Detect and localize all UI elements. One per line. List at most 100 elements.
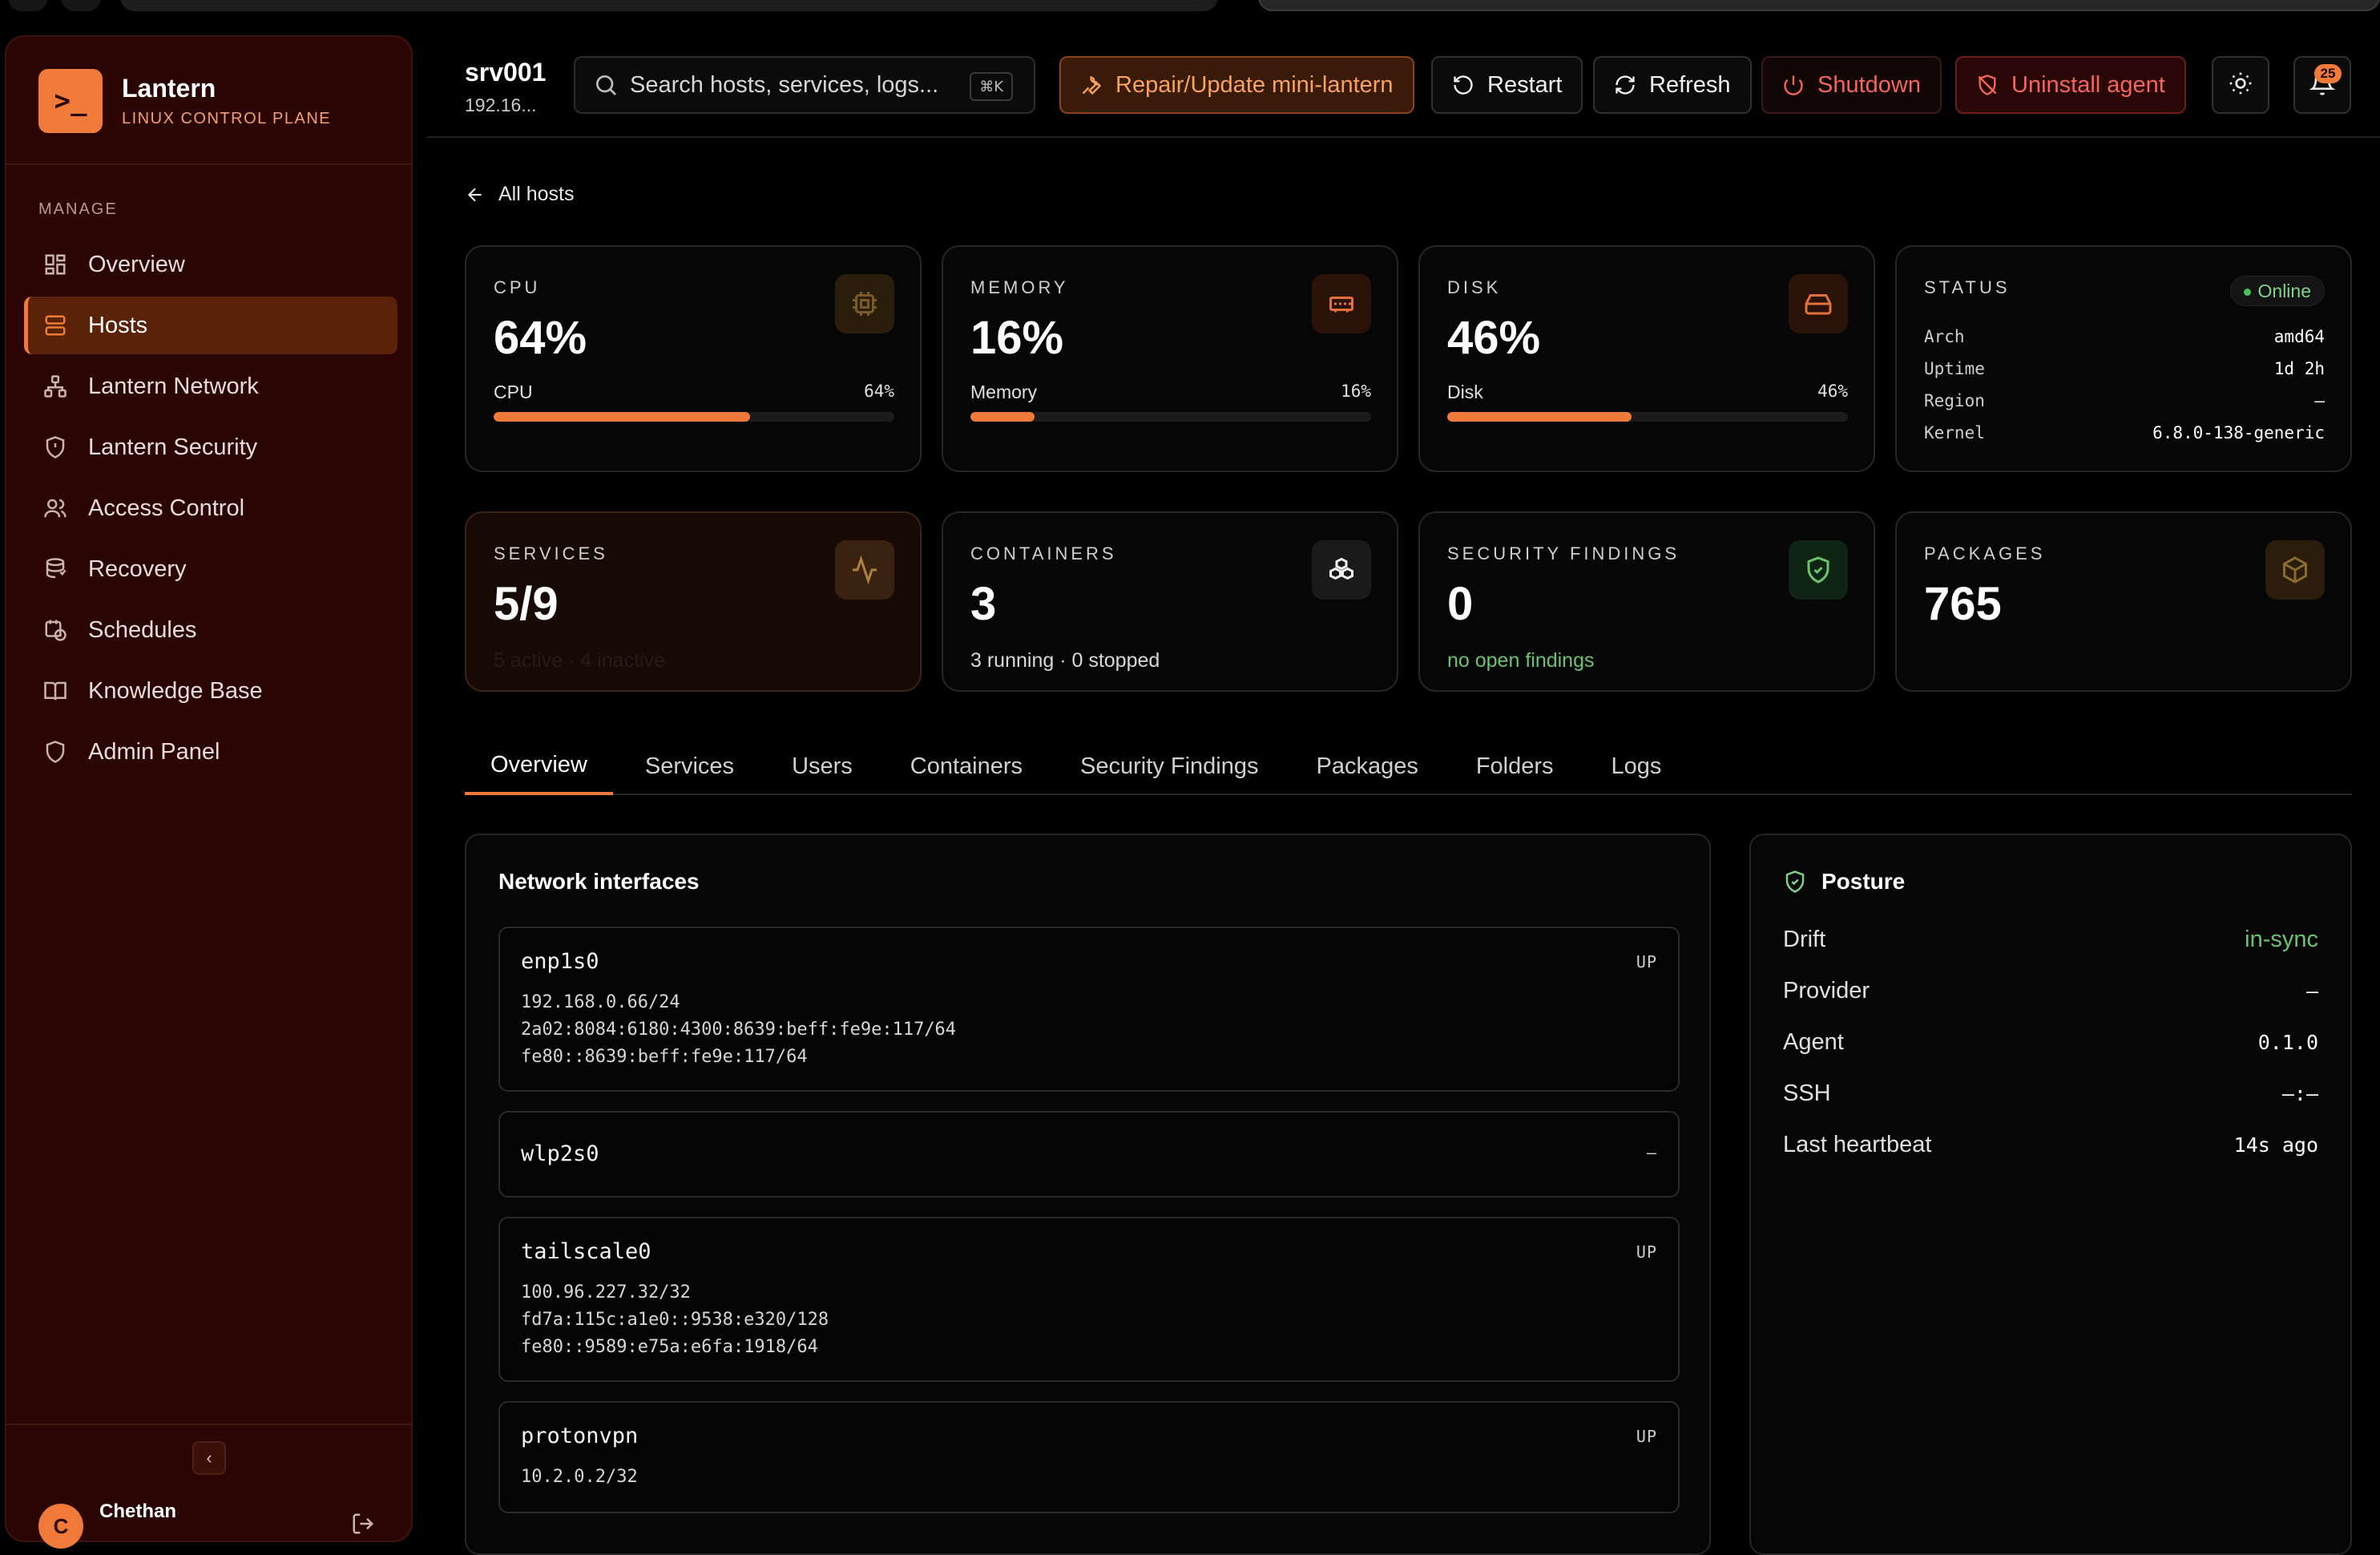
sidebar-nav: Overview Hosts Lantern Network Lantern S… (24, 236, 397, 784)
shutdown-label: Shutdown (1817, 71, 1921, 98)
bar-label: Disk (1447, 382, 1483, 402)
stat-value: 64% (494, 312, 587, 364)
security-findings-card[interactable]: SECURITY FINDINGS 0 no open findings (1418, 511, 1875, 692)
activity-icon (835, 540, 894, 600)
header: srv001 192.16... ⌘K Repair/Update mini-l… (426, 35, 2380, 138)
interface-enp1s0[interactable]: enp1s0 UP 192.168.0.66/24 2a02:8084:6180… (498, 927, 1680, 1092)
arrow-left-icon (465, 184, 486, 205)
containers-card[interactable]: CONTAINERS 3 3 running · 0 stopped (942, 511, 1398, 692)
database-icon (42, 555, 69, 583)
host-ip: 192.16... (465, 95, 537, 115)
logout-icon[interactable] (351, 1512, 375, 1536)
tab-folders[interactable]: Folders (1450, 737, 1579, 795)
posture-row-drift: Drift in-sync (1783, 927, 2318, 952)
browser-button[interactable] (8, 0, 48, 11)
interface-state: UP (1636, 1242, 1657, 1262)
notifications-button[interactable]: 25 (2293, 56, 2351, 114)
hard-drive-icon (1789, 274, 1848, 333)
divider (6, 1424, 411, 1425)
bar-percent: 46% (1817, 382, 1848, 401)
sidebar-item-label: Hosts (88, 312, 148, 338)
interface-address: fe80::8639:beff:fe9e:117/64 (521, 1047, 808, 1067)
sidebar-item-label: Access Control (88, 495, 245, 521)
stat-value: 0 (1447, 578, 1474, 630)
refresh-label: Refresh (1649, 71, 1731, 98)
browser-tab-strip[interactable] (1258, 0, 2380, 11)
interface-address: 2a02:8084:6180:4300:8639:beff:fe9e:117/6… (521, 1020, 957, 1040)
status-badge: Online (2229, 276, 2325, 306)
dashboard-icon (42, 251, 69, 278)
sidebar-item-label: Recovery (88, 555, 187, 582)
calendar-clock-icon (42, 616, 69, 644)
restart-button[interactable]: Restart (1431, 56, 1583, 114)
brand[interactable]: >_ Lantern LINUX CONTROL PLANE (38, 67, 331, 135)
restart-label: Restart (1487, 71, 1563, 98)
search-box[interactable]: ⌘K (574, 56, 1035, 114)
repair-update-button[interactable]: Repair/Update mini-lantern (1059, 56, 1414, 114)
interface-name: enp1s0 (521, 949, 599, 974)
brand-name: Lantern (122, 74, 216, 103)
interface-address: fd7a:115c:a1e0::9538:e320/128 (521, 1310, 829, 1330)
collapse-sidebar-button[interactable]: ‹ (192, 1441, 226, 1475)
tab-security-findings[interactable]: Security Findings (1055, 737, 1284, 795)
shutdown-button[interactable]: Shutdown (1761, 56, 1942, 114)
shield-icon (42, 434, 69, 461)
services-card[interactable]: SERVICES 5/9 5 active · 4 inactive (465, 511, 922, 692)
sidebar-item-lantern-security[interactable]: Lantern Security (24, 418, 397, 476)
disk-progress-bar (1447, 412, 1848, 422)
sidebar-item-lantern-network[interactable]: Lantern Network (24, 357, 397, 415)
interface-address: 100.96.227.32/32 (521, 1282, 691, 1303)
tab-containers[interactable]: Containers (885, 737, 1048, 795)
sidebar-item-admin-panel[interactable]: Admin Panel (24, 723, 397, 781)
stat-label: MEMORY (970, 277, 1069, 297)
tab-packages[interactable]: Packages (1290, 737, 1443, 795)
avatar[interactable]: C (38, 1504, 83, 1549)
sidebar-item-label: Lantern Network (88, 373, 259, 399)
power-icon (1782, 73, 1806, 97)
theme-toggle-button[interactable] (2212, 56, 2269, 114)
repair-update-label: Repair/Update mini-lantern (1115, 71, 1394, 98)
status-row-kernel: Kernel 6.8.0-138-generic (1924, 423, 2325, 442)
boxes-icon (1312, 540, 1371, 600)
host-name: srv001 (465, 58, 547, 87)
book-icon (42, 677, 69, 705)
rotate-ccw-icon (1452, 73, 1476, 97)
memory-icon (1312, 274, 1371, 333)
packages-card[interactable]: PACKAGES 765 (1895, 511, 2352, 692)
tab-overview[interactable]: Overview (465, 737, 613, 795)
search-input[interactable] (630, 71, 966, 99)
tab-services[interactable]: Services (619, 737, 760, 795)
bar-percent: 16% (1341, 382, 1371, 401)
all-hosts-link[interactable]: All hosts (465, 183, 574, 206)
sidebar-item-access-control[interactable]: Access Control (24, 479, 397, 537)
refresh-button[interactable]: Refresh (1593, 56, 1752, 114)
bar-label: Memory (970, 382, 1038, 402)
status-row-region: Region — (1924, 391, 2325, 410)
shield-icon (42, 738, 69, 765)
stat-label: CONTAINERS (970, 543, 1117, 563)
sidebar-item-knowledge-base[interactable]: Knowledge Base (24, 662, 397, 720)
browser-button[interactable] (61, 0, 101, 11)
sidebar-item-schedules[interactable]: Schedules (24, 601, 397, 659)
stat-value: 16% (970, 312, 1064, 364)
user-name: Chethan (99, 1500, 176, 1522)
browser-strip (0, 0, 2380, 13)
posture-row-ssh: SSH —:— (1783, 1080, 2318, 1106)
services-subtext: 5 active · 4 inactive (494, 649, 665, 672)
sidebar-item-recovery[interactable]: Recovery (24, 540, 397, 598)
sidebar: >_ Lantern LINUX CONTROL PLANE MANAGE Ov… (5, 35, 413, 1549)
sidebar-item-hosts[interactable]: Hosts (24, 297, 397, 354)
tab-users[interactable]: Users (766, 737, 878, 795)
cpu-icon (835, 274, 894, 333)
panel-title: Network interfaces (498, 869, 700, 894)
interface-protonvpn[interactable]: protonvpn UP 10.2.0.2/32 (498, 1401, 1680, 1513)
interface-wlp2s0[interactable]: wlp2s0 — (498, 1111, 1680, 1198)
browser-address-bar[interactable] (120, 0, 1218, 11)
sidebar-item-overview[interactable]: Overview (24, 236, 397, 293)
tab-logs[interactable]: Logs (1586, 737, 1688, 795)
posture-row-provider: Provider — (1783, 978, 2318, 1004)
interface-tailscale0[interactable]: tailscale0 UP 100.96.227.32/32 fd7a:115c… (498, 1217, 1680, 1382)
uninstall-agent-button[interactable]: Uninstall agent (1955, 56, 2186, 114)
network-interfaces-panel: Network interfaces enp1s0 UP 192.168.0.6… (465, 834, 1711, 1555)
panel-title: Posture (1821, 869, 1906, 894)
